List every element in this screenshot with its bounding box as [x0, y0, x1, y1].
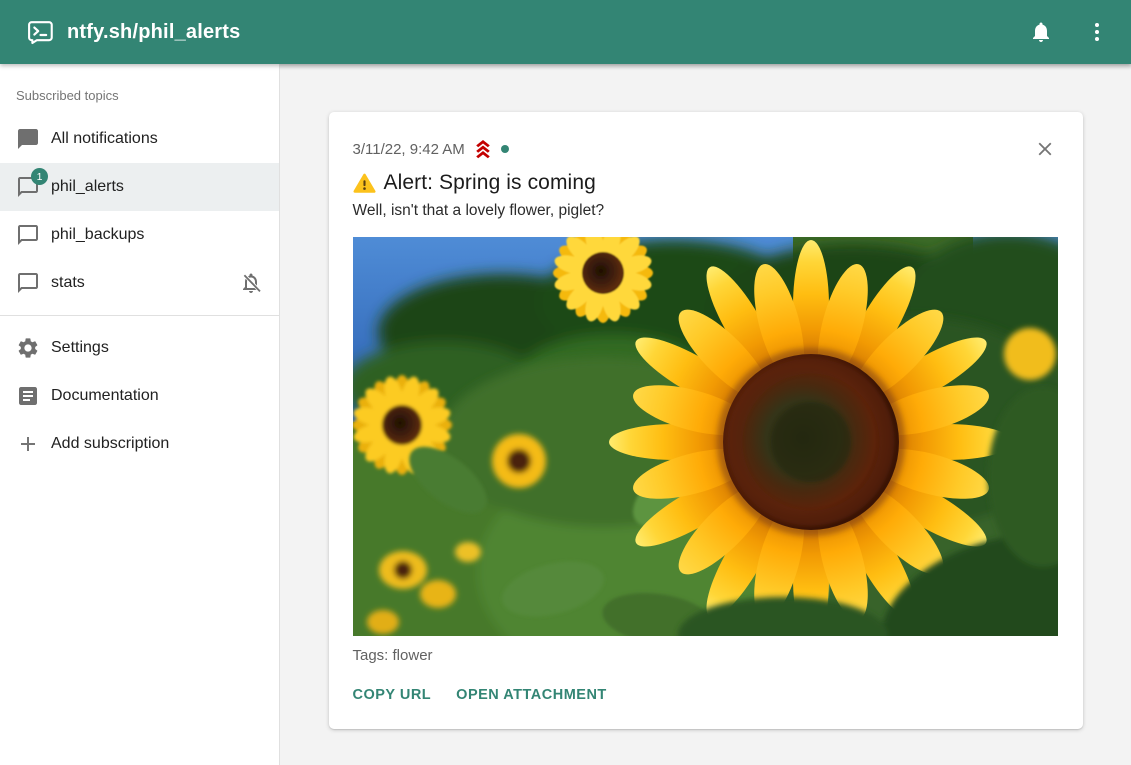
- notification-title: Alert: Spring is coming: [384, 171, 596, 195]
- sidebar-item-label: Add subscription: [51, 435, 169, 453]
- notification-actions: COPY URL OPEN ATTACHMENT: [353, 685, 1059, 705]
- notification-card: 3/11/22, 9:42 AM: [329, 112, 1083, 729]
- main-area: 3/11/22, 9:42 AM: [280, 64, 1131, 765]
- sidebar-item-phil-alerts[interactable]: 1 phil_alerts: [0, 163, 279, 211]
- warning-emoji-icon: [353, 172, 376, 195]
- sidebar-item-settings[interactable]: Settings: [0, 324, 279, 372]
- timestamp: 3/11/22, 9:42 AM: [353, 141, 465, 158]
- open-attachment-button[interactable]: OPEN ATTACHMENT: [456, 685, 607, 705]
- priority-max-icon: [472, 138, 494, 160]
- article-icon: [16, 384, 40, 408]
- notifications-bell-icon[interactable]: [1021, 12, 1061, 52]
- sidebar-item-label: phil_backups: [51, 226, 144, 244]
- sidebar-item-add-subscription[interactable]: Add subscription: [0, 420, 279, 468]
- sidebar-item-stats[interactable]: stats: [0, 259, 279, 307]
- sidebar-item-label: Settings: [51, 339, 109, 357]
- close-icon[interactable]: [1031, 135, 1059, 163]
- app-bar: ntfy.sh/phil_alerts: [0, 0, 1131, 64]
- sidebar-item-all-notifications[interactable]: All notifications: [0, 115, 279, 163]
- sidebar-item-documentation[interactable]: Documentation: [0, 372, 279, 420]
- notification-header: 3/11/22, 9:42 AM: [353, 135, 1059, 163]
- gear-icon: [16, 336, 40, 360]
- sidebar-item-label: Documentation: [51, 387, 159, 405]
- notification-title-row: Alert: Spring is coming: [353, 171, 1059, 195]
- section-label: Subscribed topics: [0, 64, 279, 115]
- ntfy-logo-icon: [27, 18, 55, 46]
- sidebar-divider: [0, 315, 279, 316]
- copy-url-button[interactable]: COPY URL: [353, 685, 432, 705]
- notifications-off-icon: [239, 271, 263, 295]
- sidebar-item-label: phil_alerts: [51, 178, 124, 196]
- plus-icon: [16, 432, 40, 456]
- chat-outline-icon: 1: [16, 175, 40, 199]
- sidebar-item-label: All notifications: [51, 130, 158, 148]
- unread-dot: [501, 145, 509, 153]
- notification-body: Well, isn't that a lovely flower, piglet…: [353, 202, 1059, 220]
- unread-count-badge: 1: [31, 168, 48, 185]
- sidebar-item-phil-backups[interactable]: phil_backups: [0, 211, 279, 259]
- tags-label: Tags: flower: [353, 647, 1059, 664]
- kebab-menu-icon[interactable]: [1077, 12, 1117, 52]
- chat-filled-icon: [16, 127, 40, 151]
- app-title: ntfy.sh/phil_alerts: [67, 21, 240, 44]
- chat-outline-icon: [16, 271, 40, 295]
- sidebar: Subscribed topics All notifications 1 ph…: [0, 64, 280, 765]
- sidebar-item-label: stats: [51, 274, 85, 292]
- attachment-image[interactable]: [353, 237, 1058, 636]
- chat-outline-icon: [16, 223, 40, 247]
